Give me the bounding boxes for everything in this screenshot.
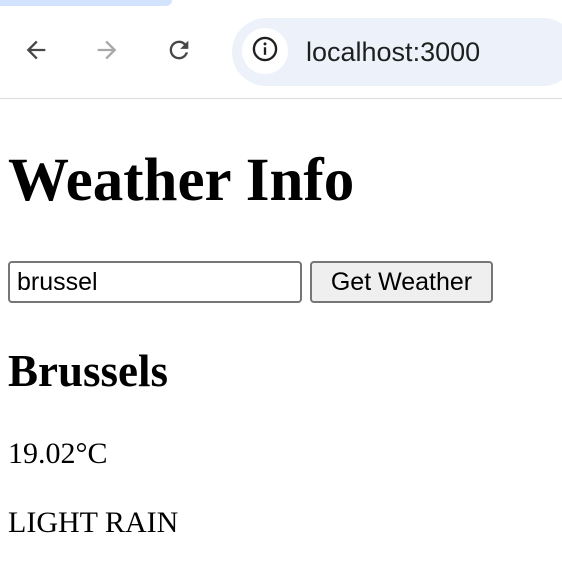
page-content: Weather Info Get Weather Brussels 19.02°… bbox=[0, 100, 562, 572]
forward-button[interactable] bbox=[87, 30, 127, 70]
arrow-left-icon bbox=[22, 36, 50, 64]
site-info-button[interactable] bbox=[242, 28, 288, 74]
city-name: Brussels bbox=[8, 346, 169, 396]
get-weather-button[interactable]: Get Weather bbox=[310, 261, 493, 303]
reload-button[interactable] bbox=[159, 30, 199, 70]
arrow-right-icon bbox=[93, 36, 121, 64]
temperature-value: 19.02°C bbox=[8, 437, 108, 470]
city-input[interactable] bbox=[8, 261, 302, 303]
browser-toolbar: localhost:3000 bbox=[0, 0, 562, 99]
info-icon bbox=[251, 35, 279, 68]
browser-tab[interactable] bbox=[0, 0, 172, 6]
url-text[interactable]: localhost:3000 bbox=[306, 18, 480, 86]
address-bar[interactable]: localhost:3000 bbox=[232, 18, 562, 86]
back-button[interactable] bbox=[16, 30, 56, 70]
weather-description: LIGHT RAIN bbox=[8, 506, 179, 539]
page-title: Weather Info bbox=[8, 147, 355, 214]
reload-icon bbox=[165, 36, 193, 64]
